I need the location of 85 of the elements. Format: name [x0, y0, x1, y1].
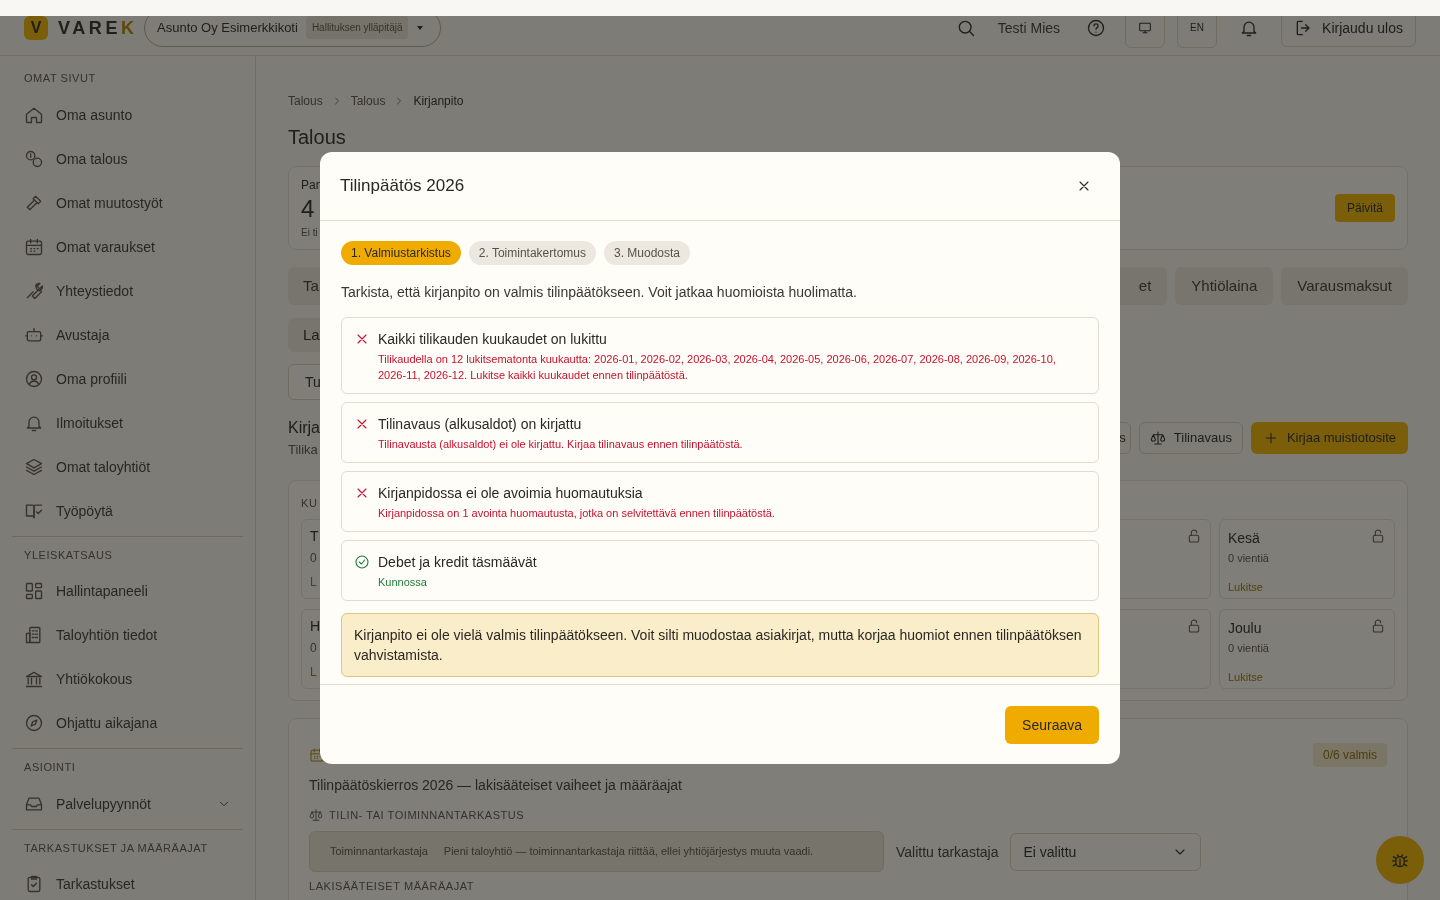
progress-badge: 0/6 valmis: [1312, 742, 1387, 767]
section-heading: OMAT SIVUT: [23, 71, 97, 86]
month-name: H: [310, 617, 322, 636]
lock-link[interactable]: Lukitse: [1228, 668, 1386, 685]
step-tab[interactable]: 1. Valmiustarkistus: [341, 241, 461, 265]
bank-icon: [24, 669, 44, 689]
sidebar-item[interactable]: Ohjattu aikajana: [12, 701, 243, 745]
check-title: Kaikki tilikauden kuukaudet on lukittu: [378, 330, 608, 349]
auditor-select[interactable]: Ei valittu: [1010, 832, 1202, 871]
wrench-icon: [24, 280, 44, 301]
refresh-button[interactable]: Päivitä: [1334, 194, 1395, 222]
coins-icon: [24, 148, 44, 169]
sidebar-item[interactable]: Omat taloyhtiöt: [12, 444, 243, 489]
section-label: LAKISÄÄTEISET MÄÄRÄAJAT: [309, 879, 476, 894]
sidebar-item[interactable]: Ilmoitukset: [12, 400, 243, 445]
sidebar-item[interactable]: Oma asunto: [12, 92, 243, 137]
warning-alert: Kirjanpito ei ole vielä valmis tilinpäätökseen. Voit silti muodostaa asiakirjat, mutta korjaa huomiot ennen tilinpäätöksen vahvistamista.: [341, 613, 1099, 677]
breadcrumb-link[interactable]: Talous: [288, 93, 323, 109]
sidebar-item[interactable]: Taloyhtiön tiedot: [12, 613, 243, 657]
compass-icon: [24, 713, 44, 733]
step-tab[interactable]: 2. Toimintakertomus: [468, 241, 596, 265]
help-icon: [1086, 17, 1107, 38]
sidebar-item[interactable]: Tarkastukset: [12, 862, 243, 900]
stat-value: 4: [301, 193, 316, 224]
section-subtitle: Tilika: [288, 441, 319, 459]
logo-mark: V: [24, 15, 48, 40]
user-icon: [24, 368, 44, 389]
section-heading: TARKASTUKSET JA MÄÄRÄAJAT: [23, 840, 209, 856]
month-name: Joulu: [1228, 619, 1262, 638]
sidebar-item[interactable]: Hallintapaneeli: [12, 569, 243, 613]
lock-link[interactable]: Lukitse: [1228, 578, 1386, 595]
next-button[interactable]: Seuraava: [1005, 705, 1099, 744]
section-label: TILIN- TAI TOIMINNANTARKASTUS: [329, 807, 525, 823]
check-detail: Kunnossa: [378, 575, 428, 590]
step-tab[interactable]: 3. Muodosta: [603, 241, 690, 265]
check-circle-icon: [354, 554, 370, 570]
month-name: T: [310, 527, 320, 546]
calendar-icon: [24, 236, 44, 257]
sidebar-item[interactable]: Yhteystiedot: [12, 268, 243, 313]
entry-count: 0 vientiä: [1228, 551, 1270, 566]
padlock-icon: [1186, 528, 1202, 544]
month-name: Kesä: [1228, 529, 1260, 548]
breadcrumb-link[interactable]: Talous: [350, 93, 386, 109]
entry-count: 0: [310, 550, 318, 566]
sidebar-item[interactable]: Omat varaukset: [12, 224, 243, 269]
check-title: Debet ja kredit täsmäävät: [378, 553, 537, 572]
stat-note: Ei ti: [301, 225, 319, 240]
card-subtitle: Tilinpäätöskierros 2026 — lakisääteiset vaiheet ja määräajat: [309, 775, 683, 795]
check-detail: Kirjanpidossa on 1 avointa huomautusta, jotka on selvitettävä ennen tilinpäätöstä.: [378, 506, 775, 521]
check-detail: Tilinavausta (alkusaldot) ei ole kirjattu. Kirjaa tilinavaus ennen tilinpäätöstä.: [378, 437, 743, 452]
padlock-icon: [1370, 528, 1386, 544]
section-title: Kirja: [288, 418, 320, 438]
sidebar-item[interactable]: Työpöytä: [12, 488, 243, 533]
bug-report-button[interactable]: [1376, 836, 1424, 884]
sidebar-item[interactable]: Oma profiili: [12, 356, 243, 401]
padlock-icon: [1186, 618, 1202, 634]
sidebar-item[interactable]: Palvelupyynnöt: [12, 781, 243, 826]
caret-icon: [416, 23, 425, 32]
field-label: Valittu tarkastaja: [896, 842, 999, 862]
scale-icon: [309, 807, 323, 822]
audit-note: Pieni taloyhtiö — toiminnantarkastaja riittää, ellei yhtiöjärjestys muuta vaadi.: [443, 844, 814, 860]
sidebar-item[interactable]: Avustaja: [12, 312, 243, 357]
tab[interactable]: Varausmaksut: [1281, 267, 1408, 305]
dashboard-icon: [24, 581, 44, 601]
scale-icon: [1149, 429, 1166, 446]
check-detail: Tilikaudella on 12 lukitsematonta kuukautta: 2026-01, 2026-02, 2026-03, 2026-04, 2026-05, 2026-06, 2026-07, 2026-08, 2026-09, 2026-10, 2026-11, 2026-12. Lukitse kaikki kuukaudet ennen tilinpäätöstä.: [378, 352, 1057, 383]
sidebar-item[interactable]: Omat muutostyöt: [12, 180, 243, 225]
modal-title: Tilinpäätös 2026: [340, 175, 465, 198]
sidebar-item[interactable]: Oma talous: [12, 136, 243, 181]
building-icon: [24, 625, 44, 645]
sidebar-item[interactable]: Yhtiökokous: [12, 657, 243, 701]
check-title: Kirjanpidossa ei ole avoimia huomautuksia: [378, 484, 644, 503]
check-title: Tilinavaus (alkusaldot) on kirjattu: [378, 415, 583, 434]
tab[interactable]: Yhtiölaina: [1175, 267, 1274, 305]
layers-icon: [24, 456, 44, 477]
audit-type: Toiminnantarkastaja: [330, 844, 428, 860]
padlock-icon: [1370, 618, 1386, 634]
opening-balance-button[interactable]: Tilinavaus: [1138, 421, 1243, 454]
add-voucher-button[interactable]: Kirjaa muistiotosite: [1250, 421, 1408, 454]
section-heading: YLEISKATSAUS: [23, 547, 114, 563]
role-badge: Hallituksen ylläpitäjä: [305, 16, 409, 39]
user-name[interactable]: Testi Mies: [997, 17, 1061, 38]
section-heading: ASIOINTI: [23, 760, 77, 775]
entry-count: 0 vientiä: [1228, 641, 1270, 656]
page-title: Talous: [288, 125, 347, 150]
